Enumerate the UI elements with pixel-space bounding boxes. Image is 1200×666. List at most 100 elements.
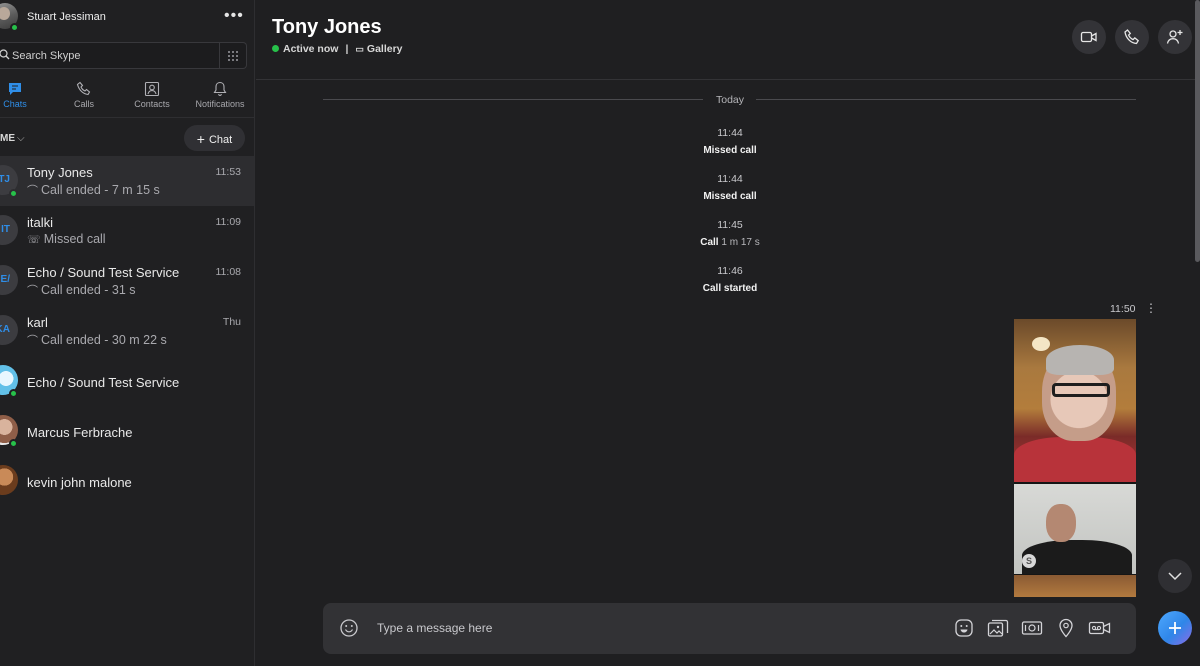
- new-chat-label: Chat: [208, 134, 233, 146]
- lamp: [1032, 337, 1050, 351]
- gallery-label: Gallery: [366, 43, 403, 55]
- chat-time: 11:09: [215, 216, 242, 228]
- main-nav: Chats Calls Contacts Notifications: [0, 76, 254, 118]
- contact-status: Active now | ▭ Gallery: [272, 43, 403, 55]
- conversation-pane: Tony Jones Active now | ▭ Gallery Today …: [256, 0, 1200, 666]
- search-input[interactable]: [12, 47, 212, 65]
- shirt: [1014, 437, 1136, 482]
- chat-preview: ☏ Missed call: [27, 232, 106, 246]
- nav-label-chats: Chats: [3, 99, 27, 109]
- nav-item-chats[interactable]: Chats: [0, 76, 45, 116]
- avatar: KA: [0, 315, 18, 345]
- emoji-icon[interactable]: [339, 618, 359, 638]
- message-input[interactable]: [377, 617, 937, 639]
- call-event: 11:45 Call 1 m 17 s: [630, 219, 830, 248]
- gallery-icon: ▭: [355, 44, 364, 54]
- nav-item-contacts[interactable]: Contacts: [122, 76, 182, 116]
- search-box[interactable]: [0, 42, 220, 69]
- nav-label-contacts: Contacts: [134, 99, 170, 109]
- chat-preview: ⌒ Call ended - 30 m 22 s: [27, 332, 167, 348]
- video-frame-strip: [1014, 575, 1136, 597]
- face2: [1046, 504, 1076, 542]
- call-ended-icon: ⌒: [27, 335, 38, 347]
- media-gallery-icon[interactable]: [987, 618, 1009, 638]
- video-camera-icon: [1080, 31, 1097, 43]
- list-item[interactable]: Marcus Ferbrache: [0, 406, 254, 456]
- profile-header[interactable]: Stuart Jessiman •••: [0, 0, 254, 36]
- chat-name: karl: [27, 315, 48, 330]
- video-message-icon[interactable]: [1088, 618, 1112, 638]
- audio-call-button[interactable]: [1115, 20, 1149, 54]
- event-text: Missed call: [703, 145, 757, 156]
- phone-icon: [76, 81, 91, 96]
- nav-label-calls: Calls: [73, 99, 94, 109]
- profile-name[interactable]: Stuart Jessiman: [27, 11, 106, 23]
- add-person-icon: [1166, 30, 1183, 44]
- event-time: 11:45: [717, 219, 743, 231]
- chat-time: 11:08: [215, 266, 242, 278]
- more-options-icon[interactable]: •••: [224, 8, 244, 24]
- video-frame-remote: [1014, 319, 1136, 482]
- sticker-icon[interactable]: [954, 618, 974, 638]
- more-actions-button[interactable]: [1158, 611, 1192, 645]
- bell-icon: [213, 81, 227, 96]
- chat-preview: ⌒ Call ended - 7 m 15 s: [27, 182, 160, 198]
- event-time: 11:44: [717, 127, 743, 139]
- chat-preview: ⌒ Call ended - 31 s: [27, 282, 136, 298]
- event-time: 11:46: [717, 265, 743, 277]
- glasses: [1052, 383, 1110, 397]
- list-item[interactable]: kevin john malone: [0, 456, 254, 506]
- conversation-header: Tony Jones Active now | ▭ Gallery: [256, 0, 1200, 80]
- phone-icon: [1124, 29, 1140, 45]
- online-status-dot: [9, 439, 18, 448]
- scroll-to-bottom-button[interactable]: [1158, 559, 1192, 593]
- gallery-link[interactable]: ▭ Gallery: [355, 43, 402, 55]
- video-message-thumbnail[interactable]: S: [1014, 319, 1136, 597]
- chat-name: Tony Jones: [27, 165, 93, 180]
- status-text: Active now: [283, 43, 339, 55]
- hair: [1046, 345, 1114, 375]
- dialpad-icon: [228, 51, 238, 61]
- chat-preview-text: Call ended - 7 m 15 s: [41, 183, 160, 197]
- list-item[interactable]: KA karl ⌒Call ended - 30 m 22 s Thu: [0, 306, 254, 356]
- date-divider: Today: [715, 94, 745, 106]
- list-item[interactable]: TJ Tony Jones ⌒Call ended - 7 m 15 s 11:…: [0, 156, 254, 206]
- event-line: Call 1 m 17 s: [630, 237, 830, 248]
- video-call-button[interactable]: [1072, 20, 1106, 54]
- list-item[interactable]: Echo / Sound Test Service: [0, 356, 254, 406]
- call-event: 11:44 Missed call: [630, 173, 830, 202]
- call-ended-icon: ⌒: [27, 285, 38, 297]
- add-people-button[interactable]: [1158, 20, 1192, 54]
- sidebar: Stuart Jessiman ••• Chats: [0, 0, 255, 666]
- new-chat-button[interactable]: + Chat: [184, 125, 245, 151]
- call-duration: 1 m 17 s: [721, 237, 760, 248]
- chevron-down-icon: [1168, 572, 1182, 581]
- chat-name: Marcus Ferbrache: [27, 425, 133, 440]
- list-item[interactable]: IT italki ☏ Missed call 11:09: [0, 206, 254, 256]
- location-icon[interactable]: [1057, 618, 1075, 638]
- divider: [323, 99, 703, 100]
- chat-name: kevin john malone: [27, 475, 132, 490]
- nav-item-calls[interactable]: Calls: [54, 76, 114, 116]
- divider: [756, 99, 1136, 100]
- chat-time: 11:53: [215, 166, 242, 178]
- avatar: [0, 465, 18, 495]
- send-money-icon[interactable]: [1021, 618, 1043, 638]
- chat-name: Echo / Sound Test Service: [27, 265, 180, 280]
- missed-call-icon: ☏: [27, 234, 41, 246]
- nav-item-notifications[interactable]: Notifications: [190, 76, 250, 116]
- separator: |: [345, 43, 349, 55]
- list-item[interactable]: E/ Echo / Sound Test Service ⌒ Call ended…: [0, 256, 254, 306]
- avatar: IT: [0, 215, 18, 245]
- page-title[interactable]: Tony Jones: [272, 16, 382, 39]
- chat-name: italki: [27, 215, 54, 230]
- dialpad-button[interactable]: [220, 42, 247, 69]
- message-time: 11:50: [1110, 303, 1136, 315]
- message-menu-icon[interactable]: ⋮: [1145, 302, 1157, 314]
- chat-filter-dropdown[interactable]: ME ⌵: [0, 133, 25, 144]
- event-time: 11:44: [717, 173, 743, 185]
- event-text: Missed call: [703, 191, 757, 202]
- contacts-icon: [144, 81, 160, 97]
- plus-icon: [1169, 622, 1181, 634]
- chat-name: Echo / Sound Test Service: [27, 375, 180, 390]
